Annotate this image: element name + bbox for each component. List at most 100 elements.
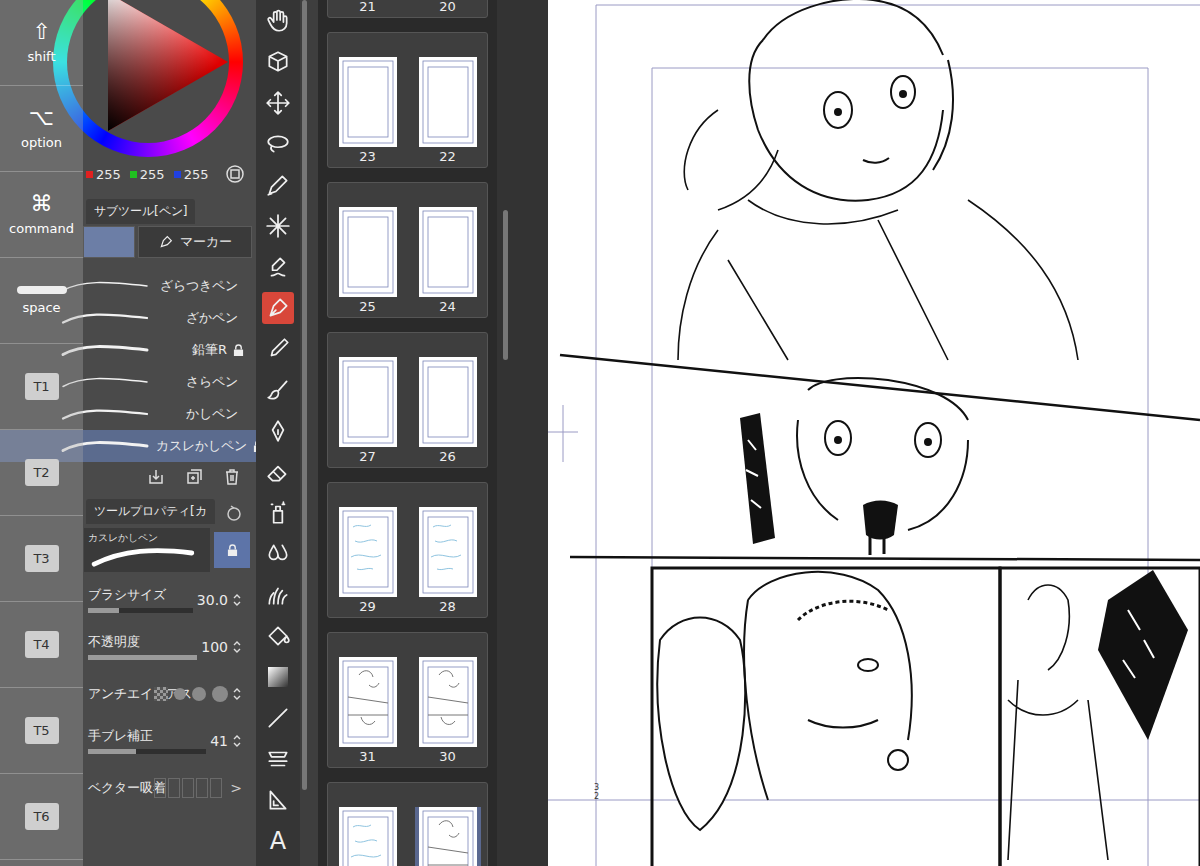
antialias-options[interactable] <box>154 686 228 702</box>
page-thumbnail[interactable]: 21 <box>335 0 401 17</box>
page-thumbnail[interactable]: 22 <box>415 57 481 167</box>
page-thumbnail[interactable] <box>415 807 481 866</box>
page-preview <box>419 807 477 866</box>
page-preview <box>419 657 477 747</box>
spinner-icon[interactable] <box>232 733 242 749</box>
tool-button[interactable] <box>256 738 300 779</box>
tool-icon <box>262 46 294 78</box>
tool-button[interactable] <box>256 369 300 410</box>
tool-button[interactable] <box>256 41 300 82</box>
tool-button[interactable] <box>256 533 300 574</box>
modifier-key[interactable]: T2 <box>0 430 83 516</box>
modifier-key[interactable]: ⌥ option <box>0 86 83 172</box>
subtool-tab[interactable] <box>83 226 135 258</box>
tool-icon <box>262 374 294 406</box>
spinner-icon[interactable] <box>232 639 242 655</box>
property-slider[interactable] <box>88 608 193 613</box>
red-value[interactable]: 255 <box>96 167 121 182</box>
rgb-values: 255 255 255 <box>86 164 245 184</box>
page-thumbnail[interactable]: 24 <box>415 207 481 317</box>
download-icon[interactable] <box>146 467 166 487</box>
page-spread: 21 20 <box>327 0 488 18</box>
tool-button[interactable]: A <box>256 820 300 861</box>
page-thumbnail[interactable]: 27 <box>335 357 401 467</box>
duplicate-icon[interactable] <box>184 467 204 487</box>
canvas[interactable]: 32 <box>548 0 1200 866</box>
tool-icon <box>262 169 294 201</box>
property-slider[interactable] <box>88 655 197 660</box>
page-preview <box>339 507 397 597</box>
page-thumbnail[interactable]: 23 <box>335 57 401 167</box>
tool-button[interactable] <box>256 164 300 205</box>
subtool-title: サブツール[ペン] <box>86 199 195 224</box>
page-thumbnail[interactable] <box>335 807 401 866</box>
expand-arrow[interactable]: > <box>230 780 242 796</box>
tool-button[interactable] <box>256 492 300 533</box>
scrollbar[interactable] <box>503 210 508 360</box>
tool-button[interactable] <box>256 451 300 492</box>
reset-icon[interactable] <box>224 504 244 524</box>
page-preview <box>339 357 397 447</box>
tool-icon <box>262 497 294 529</box>
page-thumbnail[interactable]: 29 <box>335 507 401 617</box>
brush-stroke-preview <box>88 545 198 569</box>
tool-button[interactable] <box>256 328 300 369</box>
tool-button[interactable] <box>256 82 300 123</box>
spinner-icon[interactable] <box>232 686 242 702</box>
modifier-key[interactable]: T4 <box>0 602 83 688</box>
property-value[interactable]: 100 <box>201 639 228 655</box>
green-value[interactable]: 255 <box>140 167 165 182</box>
tool-icon <box>262 620 294 652</box>
red-swatch <box>86 171 93 178</box>
property-label: アンチエイリアス <box>88 685 150 703</box>
property-value[interactable]: 30.0 <box>197 592 228 608</box>
page-thumbnail[interactable]: 30 <box>415 657 481 767</box>
page-thumbnail[interactable]: 26 <box>415 357 481 467</box>
subtool-tab[interactable]: マーカー <box>138 226 252 258</box>
modifier-key[interactable]: space <box>0 258 83 344</box>
blue-value[interactable]: 255 <box>184 167 209 182</box>
tool-button[interactable] <box>256 656 300 697</box>
tool-button[interactable] <box>256 410 300 451</box>
tool-icon <box>262 5 294 37</box>
tool-button[interactable] <box>256 574 300 615</box>
tool-button[interactable] <box>256 246 300 287</box>
modifier-key[interactable]: T6 <box>0 774 83 860</box>
modifier-key[interactable]: ⌘ command <box>0 172 83 258</box>
page-scroll-gutter <box>497 0 548 866</box>
tool-button[interactable] <box>256 0 300 41</box>
spinner-icon[interactable] <box>232 592 242 608</box>
tool-icon <box>262 210 294 242</box>
tool-button[interactable] <box>256 205 300 246</box>
property-label: 手ブレ補正 <box>88 727 206 745</box>
left-panel: 255 255 255 サブツール[ペン] マーカー ざらつきペン ざかペン 鉛… <box>0 0 256 866</box>
page-thumbnail[interactable]: 25 <box>335 207 401 317</box>
page-thumbnail[interactable]: 31 <box>335 657 401 767</box>
page-preview <box>419 507 477 597</box>
tool-button[interactable] <box>256 615 300 656</box>
page-spread: 23 22 <box>327 32 488 168</box>
scrollbar[interactable] <box>302 0 307 790</box>
gradient-icon <box>268 667 288 687</box>
property-label: ブラシサイズ <box>88 586 193 604</box>
lock-icon <box>227 544 238 557</box>
property-value[interactable]: 41 <box>210 733 228 749</box>
tool-icon <box>262 743 294 775</box>
tool-button[interactable] <box>256 779 300 820</box>
trash-icon[interactable] <box>222 467 242 487</box>
green-swatch <box>130 171 137 178</box>
tool-button[interactable] <box>256 697 300 738</box>
tool-icon <box>262 87 294 119</box>
modifier-key[interactable]: T3 <box>0 516 83 602</box>
page-thumbnail[interactable]: 20 <box>415 0 481 17</box>
property-slider[interactable] <box>88 749 206 754</box>
tool-button[interactable] <box>256 123 300 164</box>
modifier-key[interactable]: T1 <box>0 344 83 430</box>
modifier-key[interactable]: ⇧ shift <box>0 0 83 86</box>
modifier-key[interactable]: T5 <box>0 688 83 774</box>
color-mode-icon[interactable] <box>225 164 245 184</box>
page-thumbnail[interactable]: 28 <box>415 507 481 617</box>
lock-button[interactable] <box>214 532 250 568</box>
tool-button[interactable] <box>256 287 300 328</box>
vector-snap-options[interactable] <box>154 778 222 798</box>
